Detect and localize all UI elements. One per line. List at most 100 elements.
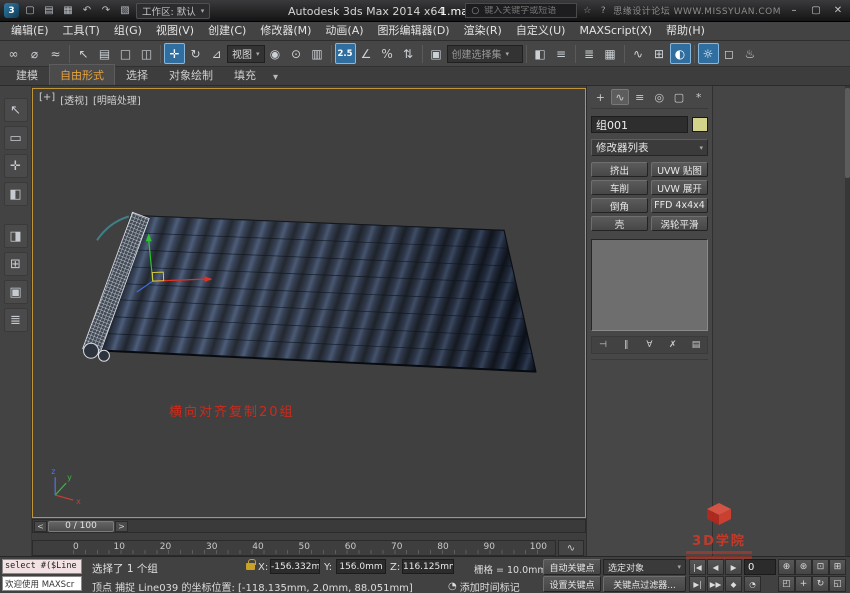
configure-modifier-sets-icon[interactable]: ▤	[687, 338, 705, 352]
selection-set-dropdown[interactable]: 选定对象 ▾	[603, 559, 686, 575]
viewport-menu-shading[interactable]: [明暗处理]	[93, 92, 141, 107]
menu-views[interactable]: 视图(V)	[149, 22, 201, 40]
modifier-list-dropdown[interactable]: 修改器列表 ▾	[591, 139, 708, 156]
display-tab-icon[interactable]: ▢	[670, 89, 689, 105]
perspective-viewport[interactable]: [+] [透视] [明暗处理] 横向对齐复制20组	[32, 88, 586, 518]
spinner-snap-icon[interactable]: ⇅	[398, 43, 419, 64]
create-tab-icon[interactable]: +	[591, 89, 610, 105]
close-button[interactable]: ✕	[829, 3, 847, 18]
render-production-icon[interactable]: ♨	[740, 43, 761, 64]
unlink-selection-icon[interactable]: ⌀	[24, 43, 45, 64]
macro-recorder-line[interactable]: select #($Line	[2, 559, 82, 574]
modifier-button-shell[interactable]: 壳	[591, 216, 648, 231]
viewport-menu-general[interactable]: [+]	[39, 92, 55, 107]
viewport-menu-pov[interactable]: [透视]	[60, 92, 88, 107]
key-mode-toggle-icon[interactable]: ◆	[725, 576, 742, 592]
maximize-viewport-icon[interactable]: ◱	[829, 576, 846, 592]
zoom-region-icon[interactable]: ◰	[778, 576, 795, 592]
keyboard-override-icon[interactable]: ▥	[307, 43, 328, 64]
previous-frame-icon[interactable]: ◀	[707, 559, 724, 575]
minimize-button[interactable]: –	[785, 3, 803, 18]
utilities-tab-icon[interactable]: *	[689, 89, 708, 105]
panel-scrollbar[interactable]	[845, 86, 850, 556]
use-pivot-center-icon[interactable]: ◉	[265, 43, 286, 64]
menu-modifiers[interactable]: 修改器(M)	[253, 22, 318, 40]
ribbon-tab-object-paint[interactable]: 对象绘制	[159, 65, 223, 85]
left-toolbar-icon-6[interactable]: ⊞	[4, 252, 28, 276]
new-scene-icon[interactable]: ▢	[22, 3, 38, 19]
undo-icon[interactable]: ↶	[79, 3, 95, 19]
select-and-rotate-icon[interactable]: ↻	[185, 43, 206, 64]
workspace-dropdown[interactable]: 工作区: 默认 ▾	[136, 3, 210, 19]
selection-region-icon[interactable]: □	[115, 43, 136, 64]
ribbon-minimize-icon[interactable]: ▾	[267, 70, 284, 85]
current-frame-field[interactable]	[744, 559, 776, 575]
modifier-stack-list[interactable]	[591, 239, 708, 331]
menu-group[interactable]: 组(G)	[107, 22, 149, 40]
ribbon-tab-freeform[interactable]: 自由形式	[49, 64, 115, 85]
angle-snap-icon[interactable]: ∠	[356, 43, 377, 64]
reference-coordinate-dropdown[interactable]: 视图 ▾	[227, 45, 265, 63]
mini-curve-editor-icon[interactable]: ∿	[558, 540, 584, 556]
left-toolbar-icon-8[interactable]: ≣	[4, 308, 28, 332]
pan-icon[interactable]: +	[795, 576, 812, 592]
zoom-icon[interactable]: ⊕	[778, 559, 795, 575]
menu-create[interactable]: 创建(C)	[201, 22, 253, 40]
time-slider-handle[interactable]: 0 / 100	[48, 521, 114, 532]
select-and-manipulate-icon[interactable]: ⊙	[286, 43, 307, 64]
hierarchy-tab-icon[interactable]: ≡	[630, 89, 649, 105]
zoom-extents-all-icon[interactable]: ⊞	[829, 559, 846, 575]
key-filters-button[interactable]: 关键点过滤器...	[603, 576, 686, 592]
x-coordinate-field[interactable]	[270, 559, 320, 574]
project-folder-icon[interactable]: ▧	[117, 3, 133, 19]
search-input[interactable]	[484, 6, 573, 16]
modifier-button-unwrap-uvw[interactable]: UVW 展开	[651, 180, 708, 195]
select-and-move-icon[interactable]: ✛	[164, 43, 185, 64]
go-to-start-icon[interactable]: |◀	[689, 559, 706, 575]
menu-rendering[interactable]: 渲染(R)	[457, 22, 509, 40]
auto-key-button[interactable]: 自动关键点	[543, 559, 601, 575]
modifier-button-bevel[interactable]: 倒角	[591, 198, 648, 213]
left-toolbar-icon-1[interactable]: ↖	[4, 98, 28, 122]
modifier-button-turbosmooth[interactable]: 涡轮平滑	[651, 216, 708, 231]
left-toolbar-icon-2[interactable]: ▭	[4, 126, 28, 150]
modifier-button-extrude[interactable]: 挤出	[591, 162, 648, 177]
orbit-icon[interactable]: ↻	[812, 576, 829, 592]
schematic-view-icon[interactable]: ⊞	[649, 43, 670, 64]
graphite-ribbon-icon[interactable]: ▦	[600, 43, 621, 64]
modify-tab-icon[interactable]: ∿	[611, 89, 630, 105]
redo-icon[interactable]: ↷	[98, 3, 114, 19]
set-key-button[interactable]: 设置关键点	[543, 576, 601, 592]
make-unique-icon[interactable]: ∀	[641, 338, 659, 352]
select-by-name-icon[interactable]: ▤	[94, 43, 115, 64]
edit-named-selections-icon[interactable]: ▣	[426, 43, 447, 64]
object-name-field[interactable]	[591, 116, 688, 133]
ribbon-tab-populate[interactable]: 填充	[224, 65, 266, 85]
left-toolbar-icon-3[interactable]: ✛	[4, 154, 28, 178]
open-file-icon[interactable]: ▤	[41, 3, 57, 19]
selection-lock-toggle[interactable]	[246, 563, 255, 570]
modifier-button-ffd[interactable]: FFD 4x4x4	[651, 198, 708, 213]
select-and-scale-icon[interactable]: ⊿	[206, 43, 227, 64]
align-icon[interactable]: ≡	[551, 43, 572, 64]
menu-help[interactable]: 帮助(H)	[659, 22, 712, 40]
layer-manager-icon[interactable]: ≣	[579, 43, 600, 64]
go-to-end-icon[interactable]: ▶▶	[707, 576, 724, 592]
ribbon-tab-selection[interactable]: 选择	[116, 65, 158, 85]
save-file-icon[interactable]: ▦	[60, 3, 76, 19]
maxscript-listener-line[interactable]: 欢迎使用 MAXScr	[2, 576, 82, 591]
infocenter-search[interactable]: ○	[465, 3, 577, 18]
zoom-extents-icon[interactable]: ⊡	[812, 559, 829, 575]
curve-editor-icon[interactable]: ∿	[628, 43, 649, 64]
menu-maxscript[interactable]: MAXScript(X)	[572, 22, 659, 40]
maximize-button[interactable]: ▢	[807, 3, 825, 18]
menu-edit[interactable]: 编辑(E)	[4, 22, 56, 40]
modifier-button-uvw-map[interactable]: UVW 贴图	[651, 162, 708, 177]
object-color-swatch[interactable]	[692, 117, 708, 132]
scrollbar-thumb[interactable]	[845, 88, 850, 178]
select-and-link-icon[interactable]: ∞	[3, 43, 24, 64]
rendered-frame-window-icon[interactable]: ◻	[719, 43, 740, 64]
y-coordinate-field[interactable]	[336, 559, 386, 574]
left-toolbar-icon-4[interactable]: ◧	[4, 182, 28, 206]
left-toolbar-icon-7[interactable]: ▣	[4, 280, 28, 304]
